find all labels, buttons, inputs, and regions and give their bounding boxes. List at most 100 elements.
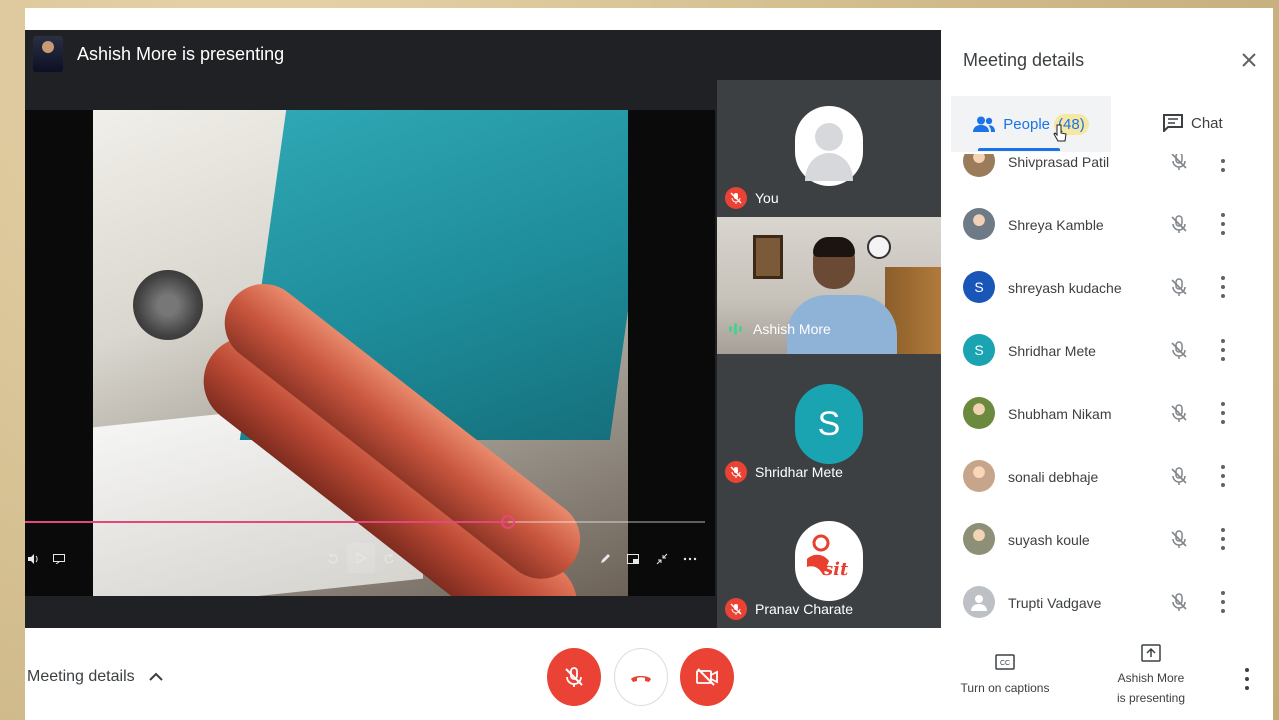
sit-logo-avatar: sit xyxy=(795,521,863,601)
camera-picture-frame xyxy=(753,235,783,279)
present-now-button[interactable]: Ashish More is presenting xyxy=(1101,644,1201,708)
clock-icon xyxy=(867,235,891,259)
participant-photo-avatar xyxy=(963,460,995,492)
volume-icon[interactable] xyxy=(26,552,40,566)
mic-off-icon xyxy=(1169,340,1189,360)
hand-cursor-icon xyxy=(1053,124,1067,144)
pen-icon[interactable] xyxy=(598,552,612,566)
avatar-initial: S xyxy=(974,342,984,358)
svg-text:CC: CC xyxy=(1000,660,1010,667)
tile-shridhar-mete[interactable]: S Shridhar Mete xyxy=(717,354,941,491)
shared-video[interactable] xyxy=(25,110,715,596)
more-options-icon[interactable] xyxy=(1243,668,1251,690)
mic-off-icon xyxy=(1169,592,1189,612)
participant-name: shreyash kudache xyxy=(1008,280,1122,296)
participant-name: Shivprasad Patil xyxy=(1008,154,1110,170)
people-list: Shivprasad Patil Shreya Kamble Sshreyash k… xyxy=(941,154,1273,630)
participant-more-icon[interactable] xyxy=(1217,339,1229,361)
presenting-label-line2: is presenting xyxy=(1116,691,1186,705)
default-avatar-icon xyxy=(963,586,995,618)
meeting-details-label: Meeting details xyxy=(27,668,135,685)
video-progress-bar[interactable] xyxy=(25,515,705,529)
participant-more-icon[interactable] xyxy=(1217,591,1229,613)
forward-icon[interactable] xyxy=(382,552,396,566)
leave-call-button[interactable] xyxy=(614,648,668,706)
participant-more-icon[interactable] xyxy=(1217,213,1229,235)
video-progress-fill xyxy=(25,521,508,523)
tile-label: Pranav Charate xyxy=(755,601,854,617)
presentation-title: Ashish More is presenting xyxy=(77,43,285,64)
participant-more-icon[interactable] xyxy=(1217,402,1229,424)
participant-more-icon[interactable] xyxy=(1217,276,1229,298)
mic-off-icon xyxy=(1169,403,1189,423)
sit-logo-text: sit xyxy=(823,559,849,580)
mic-off-icon xyxy=(1169,466,1189,486)
chat-icon xyxy=(1163,114,1183,132)
captions-button[interactable]: CC Turn on captions xyxy=(955,654,1055,698)
replay-icon[interactable] xyxy=(326,552,340,566)
mic-off-icon xyxy=(1169,154,1189,171)
tab-chat[interactable]: Chat xyxy=(1163,110,1223,136)
meeting-details-button[interactable]: Meeting details xyxy=(27,668,163,686)
active-tab-indicator xyxy=(978,148,1060,151)
participant-photo-avatar xyxy=(963,154,995,177)
tile-name: You xyxy=(725,187,779,209)
tile-label: Shridhar Mete xyxy=(755,464,843,480)
subtitles-icon[interactable] xyxy=(52,552,66,566)
participant-name: Shubham Nikam xyxy=(1008,406,1112,422)
tile-you[interactable]: You xyxy=(717,80,941,217)
participant-more-icon[interactable] xyxy=(1217,465,1229,487)
tab-people-label: People xyxy=(1003,115,1051,133)
panel-title: Meeting details xyxy=(963,50,1085,70)
participant-row[interactable]: Sshreyash kudache xyxy=(941,260,1273,316)
participant-name: Trupti Vadgave xyxy=(1008,595,1102,611)
participant-initial-avatar: S xyxy=(963,334,995,366)
tile-name: Pranav Charate xyxy=(725,598,853,620)
mic-off-icon xyxy=(1169,529,1189,549)
chevron-up-icon xyxy=(148,672,163,681)
camera-off-icon xyxy=(696,668,718,686)
tab-people[interactable]: People (48) xyxy=(951,96,1111,152)
mic-off-icon xyxy=(1169,277,1189,297)
participant-photo-avatar xyxy=(963,208,995,240)
present-screen-icon xyxy=(1141,644,1161,662)
participant-name: suyash koule xyxy=(1008,532,1090,548)
camera-person-hair xyxy=(813,237,855,257)
participant-more-icon[interactable] xyxy=(1217,528,1229,550)
participant-row[interactable]: S Shridhar Mete xyxy=(941,323,1273,379)
close-icon[interactable] xyxy=(1237,48,1261,72)
video-progress-handle[interactable] xyxy=(501,515,515,529)
video-gear xyxy=(133,270,203,340)
participant-more-icon[interactable] xyxy=(1217,154,1229,172)
participant-tiles: You Ashish More S Shridhar Mete sit Pran… xyxy=(717,80,941,628)
participant-name: Shridhar Mete xyxy=(1008,343,1096,359)
speaking-indicator-icon xyxy=(725,318,745,340)
bottom-bar: Meeting details CC Turn on captions Ashi… xyxy=(25,630,1273,720)
participant-photo-avatar xyxy=(963,397,995,429)
more-dots-icon[interactable] xyxy=(682,552,698,566)
participant-row[interactable]: Shreya Kamble xyxy=(941,197,1273,253)
default-avatar-icon xyxy=(795,106,863,186)
presenter-avatar xyxy=(33,36,63,72)
captions-label: Turn on captions xyxy=(960,681,1050,695)
initial-avatar: S xyxy=(795,384,863,464)
participant-row[interactable]: Shivprasad Patil xyxy=(941,154,1273,190)
miniplayer-icon[interactable] xyxy=(626,552,640,566)
meeting-details-panel: Meeting details People (48) Chat Shivpra… xyxy=(941,30,1273,630)
avatar-initial: S xyxy=(974,279,984,295)
participant-row[interactable]: suyash koule xyxy=(941,512,1273,568)
participant-row[interactable]: Shubham Nikam xyxy=(941,386,1273,442)
presenting-label-line1: Ashish More xyxy=(1117,671,1185,685)
people-icon xyxy=(973,116,996,132)
mic-off-icon xyxy=(725,461,747,483)
play-icon[interactable] xyxy=(347,543,375,573)
tile-ashish-more[interactable]: Ashish More xyxy=(717,217,941,354)
mic-toggle-button[interactable] xyxy=(547,648,601,706)
participant-row[interactable]: sonali debhaje xyxy=(941,449,1273,505)
tile-pranav-charate[interactable]: sit Pranav Charate xyxy=(717,491,941,628)
participant-row[interactable]: Trupti Vadgave xyxy=(941,575,1273,630)
participant-name: Shreya Kamble xyxy=(1008,217,1104,233)
camera-toggle-button[interactable] xyxy=(680,648,734,706)
collapse-icon[interactable] xyxy=(655,552,669,566)
tile-name: Ashish More xyxy=(725,318,831,340)
